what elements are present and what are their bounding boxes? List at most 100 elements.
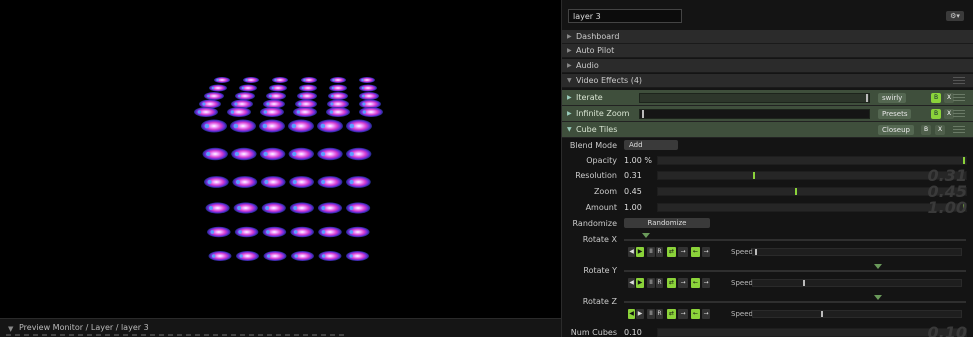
section-dashboard[interactable]: ▶ Dashboard (562, 30, 973, 44)
rotation-marker-icon[interactable] (874, 264, 882, 269)
amount-slider[interactable] (657, 203, 967, 212)
expand-triangle-icon[interactable]: ▶ (567, 94, 572, 101)
tile-highlight (330, 102, 334, 106)
collapse-triangle-icon[interactable]: ▼ (8, 325, 13, 333)
forward-button[interactable]: → (702, 278, 710, 288)
reset-button[interactable]: R (656, 278, 663, 288)
preset-tag[interactable]: Closeup (878, 125, 914, 135)
resolution-slider[interactable] (657, 171, 967, 180)
forward-button[interactable]: → (702, 309, 710, 319)
effect-infinite-zoom[interactable]: ▶ Infinite Zoom Presets B X (562, 106, 973, 122)
direction-button[interactable]: → (678, 278, 688, 288)
drag-handle-icon[interactable] (953, 126, 965, 134)
tile-highlight (265, 206, 270, 210)
tile-highlight (321, 230, 326, 234)
play-button[interactable]: ▶ (636, 247, 644, 257)
reset-button[interactable]: R (656, 309, 663, 319)
tile-highlight (349, 254, 353, 258)
drag-handle-icon[interactable] (953, 77, 965, 85)
bypass-button[interactable]: B (931, 109, 941, 119)
slider-knob[interactable] (963, 157, 965, 164)
reverse-button[interactable]: ← (691, 278, 700, 288)
pause-button[interactable]: II (647, 309, 655, 319)
section-video-effects[interactable]: ▼ Video Effects (4) (562, 74, 973, 88)
play-button[interactable]: ▶ (636, 278, 644, 288)
tile-highlight (292, 179, 297, 185)
speed-slider[interactable] (752, 279, 962, 287)
step-back-button[interactable]: ◀ (628, 247, 635, 257)
slider-knob[interactable] (642, 110, 644, 118)
preview-footer[interactable]: ▼ Preview Monitor / Layer / layer 3 (0, 318, 561, 337)
section-auto-pilot[interactable]: ▶ Auto Pilot (562, 44, 973, 58)
cube-tile (326, 107, 350, 117)
reverse-button[interactable]: ← (691, 309, 700, 319)
num-cubes-slider[interactable] (657, 328, 967, 337)
slider-knob[interactable] (795, 188, 797, 195)
randomize-button[interactable]: Randomize (624, 218, 710, 228)
expand-triangle-icon: ▶ (567, 33, 572, 40)
slider-knob[interactable] (803, 280, 805, 286)
direction-button[interactable]: → (678, 247, 688, 257)
effect-iterate[interactable]: ▶ Iterate swirly B X (562, 90, 973, 106)
opacity-slider[interactable] (657, 156, 967, 165)
tile-highlight (262, 123, 268, 129)
presets-dropdown[interactable]: Presets (878, 109, 912, 119)
param-value[interactable]: 0.31 (624, 171, 642, 180)
gear-menu-button[interactable]: ⚙▾ (946, 11, 964, 21)
effect-mix-slider[interactable] (639, 93, 870, 103)
loop-mode-button[interactable]: ⇄ (667, 309, 676, 319)
play-button[interactable]: ▶ (636, 309, 644, 319)
rotation-marker-icon[interactable] (874, 295, 882, 300)
rotation-track[interactable] (624, 270, 966, 272)
tile-highlight (331, 94, 334, 98)
param-value[interactable]: 0.10 (624, 328, 642, 337)
loop-mode-button[interactable]: ⇄ (667, 278, 676, 288)
param-zoom: Zoom 0.45 0.45 (562, 182, 973, 201)
slider-knob[interactable] (753, 172, 755, 179)
forward-button[interactable]: → (702, 247, 710, 257)
step-back-button[interactable]: ◀ (628, 278, 635, 288)
param-value[interactable]: 1.00 % (624, 156, 652, 165)
reverse-button[interactable]: ← (691, 247, 700, 257)
preset-tag[interactable]: swirly (878, 93, 907, 103)
param-value[interactable]: 0.45 (624, 187, 642, 196)
tile-highlight (349, 151, 354, 157)
param-num-cubes: Num Cubes 0.10 0.10 (562, 323, 973, 337)
tile-highlight (361, 86, 365, 90)
transport-controls: ◀ ▶ II R ⇄ → ← → (628, 247, 728, 257)
slider-knob[interactable] (866, 94, 868, 102)
param-value[interactable]: 1.00 (624, 203, 642, 212)
section-audio[interactable]: ▶ Audio (562, 59, 973, 73)
cube-tile (359, 107, 383, 117)
effect-mix-slider[interactable] (639, 109, 870, 119)
zoom-slider[interactable] (657, 187, 967, 196)
blend-mode-select[interactable]: Add (624, 140, 678, 150)
reset-button[interactable]: R (656, 247, 663, 257)
section-label: Auto Pilot (576, 46, 615, 55)
drag-handle-icon[interactable] (953, 94, 965, 102)
effect-cube-tiles[interactable]: ▼ Cube Tiles Closeup B X (562, 122, 973, 138)
remove-button[interactable]: X (935, 125, 945, 135)
drag-handle-icon[interactable] (953, 110, 965, 118)
tile-highlight (293, 206, 298, 210)
pause-button[interactable]: II (647, 278, 655, 288)
layer-name-input[interactable] (568, 9, 682, 23)
rotation-track[interactable] (624, 239, 966, 241)
loop-mode-button[interactable]: ⇄ (667, 247, 676, 257)
tile-highlight (263, 151, 268, 157)
pause-button[interactable]: II (647, 247, 655, 257)
expand-triangle-icon[interactable]: ▶ (567, 110, 572, 117)
rotation-marker-icon[interactable] (642, 233, 650, 238)
cube-tile (209, 84, 227, 92)
slider-knob[interactable] (821, 311, 823, 317)
direction-button[interactable]: → (678, 309, 688, 319)
collapse-triangle-icon[interactable]: ▼ (567, 126, 572, 133)
bypass-button[interactable]: B (921, 125, 931, 135)
rotation-track[interactable] (624, 301, 966, 303)
slider-knob[interactable] (755, 249, 757, 255)
step-back-button[interactable]: ◀ (628, 309, 635, 319)
param-label: Randomize (572, 219, 617, 228)
speed-slider[interactable] (752, 248, 962, 256)
speed-slider[interactable] (752, 310, 962, 318)
bypass-button[interactable]: B (931, 93, 941, 103)
